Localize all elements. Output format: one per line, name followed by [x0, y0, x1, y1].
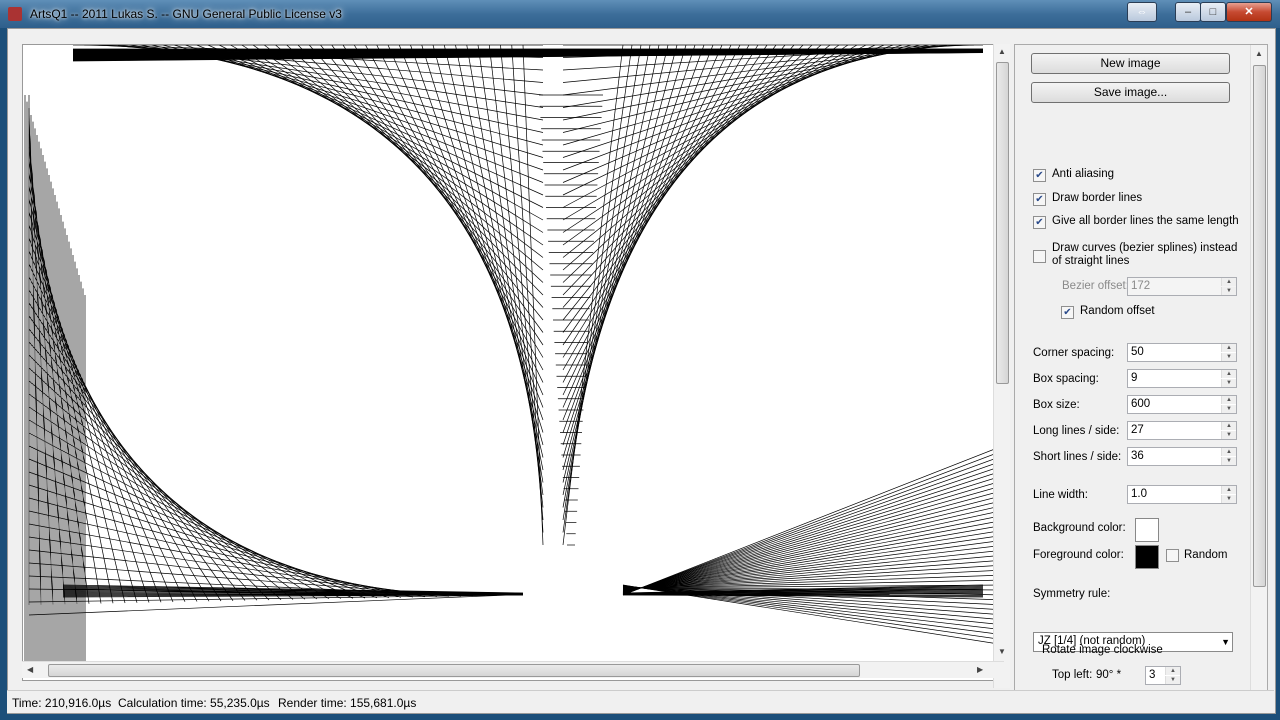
background-color-swatch[interactable] [1135, 518, 1159, 542]
spin-down-arrow[interactable]: ▼ [1221, 431, 1236, 439]
scroll-up-arrow[interactable]: ▲ [1255, 49, 1263, 58]
short-lines-value[interactable]: 36 [1131, 450, 1144, 462]
corner-spacing-value[interactable]: 50 [1131, 346, 1144, 358]
status-bar: Time: 210,916.0µs Calculation time: 55,2… [7, 690, 1274, 713]
window-title: ArtsQ1 -- 2011 Lukas S. -- GNU General P… [30, 7, 342, 21]
long-lines-stepper[interactable]: 27 ▲ ▼ [1127, 421, 1237, 440]
line-width-value[interactable]: 1.0 [1131, 488, 1147, 500]
scroll-right-arrow[interactable]: ▶ [977, 665, 983, 674]
foreground-color-label: Foreground color: [1033, 549, 1124, 561]
top-left-label: Top left: [1052, 669, 1093, 681]
spin-down-arrow[interactable]: ▼ [1221, 353, 1236, 361]
line-width-label: Line width: [1033, 489, 1088, 501]
status-calculation-time: Calculation time: 55,235.0µs [118, 696, 270, 710]
canvas-vertical-scrollbar[interactable]: ▲ ▼ [993, 44, 1010, 688]
draw-border-lines-label: Draw border lines [1052, 192, 1143, 204]
top-left-value[interactable]: 3 [1149, 669, 1155, 681]
settings-panel-scrollbar[interactable]: ▲ ▼ [1250, 45, 1267, 709]
bezier-offset-stepper: 172 ▲ ▼ [1127, 277, 1237, 296]
random-offset-label: Random offset [1080, 305, 1155, 317]
background-color-label: Background color: [1033, 522, 1126, 534]
save-image-button[interactable]: Save image... [1031, 82, 1230, 103]
anti-aliasing-label: Anti aliasing [1052, 168, 1115, 180]
horizontal-scroll-thumb[interactable] [48, 664, 860, 677]
spin-down-arrow[interactable]: ▼ [1221, 379, 1236, 387]
anti-aliasing-checkbox[interactable]: ✔ [1033, 169, 1046, 182]
app-icon [8, 7, 22, 21]
canvas-horizontal-scrollbar[interactable]: ◀ ▶ [22, 661, 1004, 678]
new-image-button[interactable]: New image [1031, 53, 1230, 74]
foreground-color-swatch[interactable] [1135, 545, 1159, 569]
corner-spacing-stepper[interactable]: 50 ▲ ▼ [1127, 343, 1237, 362]
scroll-up-arrow[interactable]: ▲ [998, 47, 1006, 56]
bezier-offset-value: 172 [1131, 280, 1151, 292]
short-lines-label: Short lines / side: [1033, 451, 1122, 463]
panel-scroll-thumb[interactable] [1253, 65, 1266, 587]
draw-curves-label-line1: Draw curves (bezier splines) instead [1052, 242, 1238, 254]
maximize-button[interactable]: □ [1200, 2, 1226, 22]
same-length-label: Give all border lines the same length [1052, 215, 1239, 227]
close-button[interactable]: ✕ [1226, 2, 1272, 22]
box-spacing-value[interactable]: 9 [1131, 372, 1137, 384]
spin-up-arrow[interactable]: ▲ [1221, 448, 1236, 456]
spin-up-arrow[interactable]: ▲ [1221, 486, 1236, 494]
long-lines-label: Long lines / side: [1033, 425, 1120, 437]
spin-down-arrow[interactable]: ▼ [1165, 676, 1180, 684]
draw-curves-label-line2: of straight lines [1052, 255, 1130, 267]
main-window: ▲ ▼ ◀ ▶ New image Save image... ✔ Anti a… [7, 28, 1276, 714]
draw-curves-checkbox[interactable]: ✔ [1033, 250, 1046, 263]
random-color-checkbox[interactable]: ✔ [1166, 549, 1179, 562]
spin-up-arrow[interactable]: ▲ [1165, 667, 1180, 675]
box-size-label: Box size: [1033, 399, 1080, 411]
top-left-degrees: 90° * [1096, 669, 1122, 681]
bezier-offset-label: Bezier offset: [1062, 280, 1129, 292]
rotate-image-label: Rotate image clockwise [1042, 644, 1163, 656]
minimize-button[interactable]: – [1175, 2, 1201, 22]
spin-down-arrow[interactable]: ▼ [1221, 495, 1236, 503]
spin-up-arrow: ▲ [1221, 278, 1236, 286]
scroll-down-arrow[interactable]: ▼ [998, 647, 1006, 656]
title-bar: ArtsQ1 -- 2011 Lukas S. -- GNU General P… [0, 0, 1280, 28]
spin-up-arrow[interactable]: ▲ [1221, 344, 1236, 352]
short-lines-stepper[interactable]: 36 ▲ ▼ [1127, 447, 1237, 466]
status-time: Time: 210,916.0µs [12, 696, 112, 710]
line-width-stepper[interactable]: 1.0 ▲ ▼ [1127, 485, 1237, 504]
artwork-canvas [22, 44, 1006, 681]
spin-down-arrow[interactable]: ▼ [1221, 457, 1236, 465]
spin-up-arrow[interactable]: ▲ [1221, 370, 1236, 378]
draw-border-lines-checkbox[interactable]: ✔ [1033, 193, 1046, 206]
random-color-label: Random [1184, 549, 1228, 561]
random-offset-checkbox[interactable]: ✔ [1061, 306, 1074, 319]
vertical-scroll-thumb[interactable] [996, 62, 1009, 384]
box-size-stepper[interactable]: 600 ▲ ▼ [1127, 395, 1237, 414]
spin-down-arrow: ▼ [1221, 287, 1236, 295]
same-length-checkbox[interactable]: ✔ [1033, 216, 1046, 229]
symmetry-rule-label: Symmetry rule: [1033, 588, 1111, 600]
box-spacing-label: Box spacing: [1033, 373, 1099, 385]
line-art-image [24, 45, 1005, 661]
long-lines-value[interactable]: 27 [1131, 424, 1144, 436]
spin-down-arrow[interactable]: ▼ [1221, 405, 1236, 413]
spin-up-arrow[interactable]: ▲ [1221, 396, 1236, 404]
corner-spacing-label: Corner spacing: [1033, 347, 1115, 359]
chevron-down-icon[interactable]: ▼ [1221, 637, 1230, 647]
box-spacing-stepper[interactable]: 9 ▲ ▼ [1127, 369, 1237, 388]
settings-panel: New image Save image... ✔ Anti aliasing … [1014, 44, 1268, 710]
top-left-stepper[interactable]: 3 ▲ ▼ [1145, 666, 1181, 685]
box-size-value[interactable]: 600 [1131, 398, 1150, 410]
status-render-time: Render time: 155,681.0µs [278, 696, 417, 710]
scroll-left-arrow[interactable]: ◀ [27, 665, 33, 674]
resize-icon[interactable]: ⇔ [1127, 2, 1157, 22]
spin-up-arrow[interactable]: ▲ [1221, 422, 1236, 430]
